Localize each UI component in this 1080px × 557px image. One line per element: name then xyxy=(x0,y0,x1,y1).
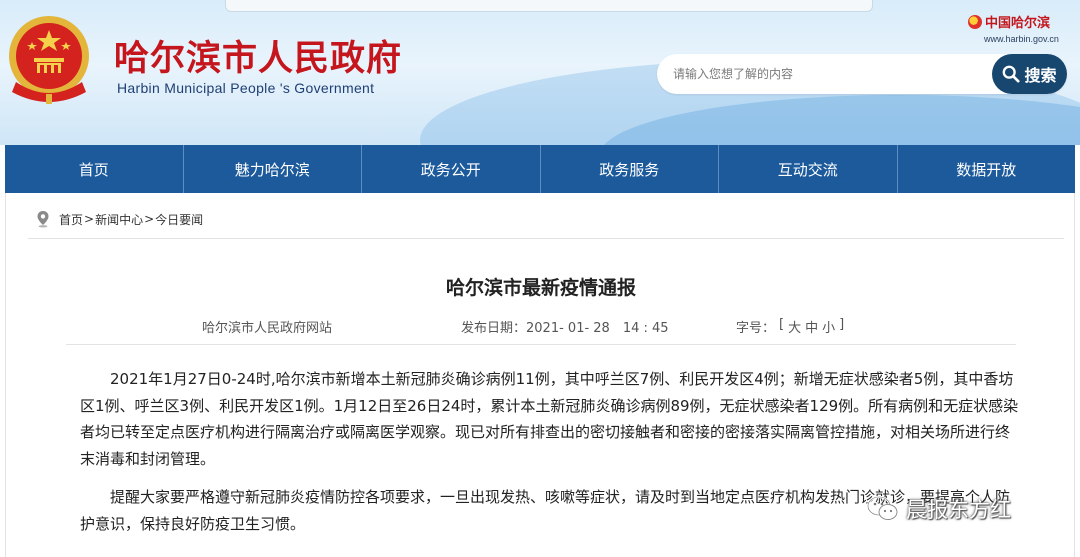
site-subtitle: Harbin Municipal People 's Government xyxy=(117,80,375,96)
watermark: 晨报东方红 xyxy=(866,494,1011,524)
article-paragraph: 2021年1月27日0-24时,哈尔滨市新增本土新冠肺炎确诊病例11例，其中呼兰… xyxy=(80,370,1019,468)
national-emblem-icon[interactable] xyxy=(6,12,92,106)
article-date: 发布日期：2021- 01- 28 14 : 45 xyxy=(461,317,669,336)
nav-item-open-data[interactable]: 数据开放 xyxy=(898,145,1076,193)
date-label: 发布日期： xyxy=(461,321,527,336)
nav-item-government-affairs[interactable]: 政务公开 xyxy=(362,145,541,193)
search-button-label: 搜索 xyxy=(1024,66,1057,85)
main-nav: 首页 魅力哈尔滨 政务公开 政务服务 互动交流 数据开放 xyxy=(5,145,1075,193)
nav-item-interaction[interactable]: 互动交流 xyxy=(719,145,898,193)
breadcrumb-divider xyxy=(28,238,1064,239)
font-size-bracket-open: [ xyxy=(779,317,785,332)
breadcrumb-home[interactable]: 首页 xyxy=(59,211,83,228)
harbin-logo-url: www.harbin.gov.cn xyxy=(984,34,1059,44)
nav-item-government-services[interactable]: 政务服务 xyxy=(541,145,719,193)
watermark-text: 晨报东方红 xyxy=(906,498,1011,522)
search-icon xyxy=(1003,65,1021,83)
breadcrumb-today-news[interactable]: 今日要闻 xyxy=(155,211,203,228)
search-input[interactable] xyxy=(657,54,992,94)
harbin-swirl-icon xyxy=(968,15,982,29)
search-bar: 搜索 xyxy=(657,54,1067,94)
font-size-small-button[interactable]: 小 xyxy=(822,317,835,336)
search-button[interactable]: 搜索 xyxy=(992,54,1067,94)
top-toolbar-strip xyxy=(225,0,873,12)
harbin-logo-text: 中国哈尔滨 xyxy=(985,16,1051,31)
breadcrumb-separator: > xyxy=(144,212,155,226)
site-header: 哈尔滨市人民政府 Harbin Municipal People 's Gove… xyxy=(0,0,1080,145)
font-size-label: 字号： xyxy=(736,321,776,336)
breadcrumb-news-center[interactable]: 新闻中心 xyxy=(95,211,143,228)
location-pin-icon xyxy=(37,211,49,228)
nav-item-home[interactable]: 首页 xyxy=(5,145,184,193)
font-size-control: 字号： [ 大 中 小 ] xyxy=(736,317,844,336)
font-size-large-button[interactable]: 大 xyxy=(788,317,801,336)
breadcrumb-separator: > xyxy=(84,212,95,226)
article-source: 哈尔滨市人民政府网站 xyxy=(202,321,333,336)
nav-item-charm-harbin[interactable]: 魅力哈尔滨 xyxy=(184,145,362,193)
font-size-medium-button[interactable]: 中 xyxy=(805,317,818,336)
meta-divider xyxy=(66,344,1016,345)
wechat-icon xyxy=(866,495,898,520)
breadcrumb: 首页 > 新闻中心 > 今日要闻 xyxy=(36,210,203,228)
site-title[interactable]: 哈尔滨市人民政府 xyxy=(114,30,402,81)
date-value: 2021- 01- 28 14 : 45 xyxy=(526,321,669,336)
article-title: 哈尔滨市最新疫情通报 xyxy=(445,277,636,299)
harbin-logo[interactable]: 中国哈尔滨 www.harbin.gov.cn xyxy=(968,12,1076,44)
font-size-bracket-close: ] xyxy=(839,317,845,332)
